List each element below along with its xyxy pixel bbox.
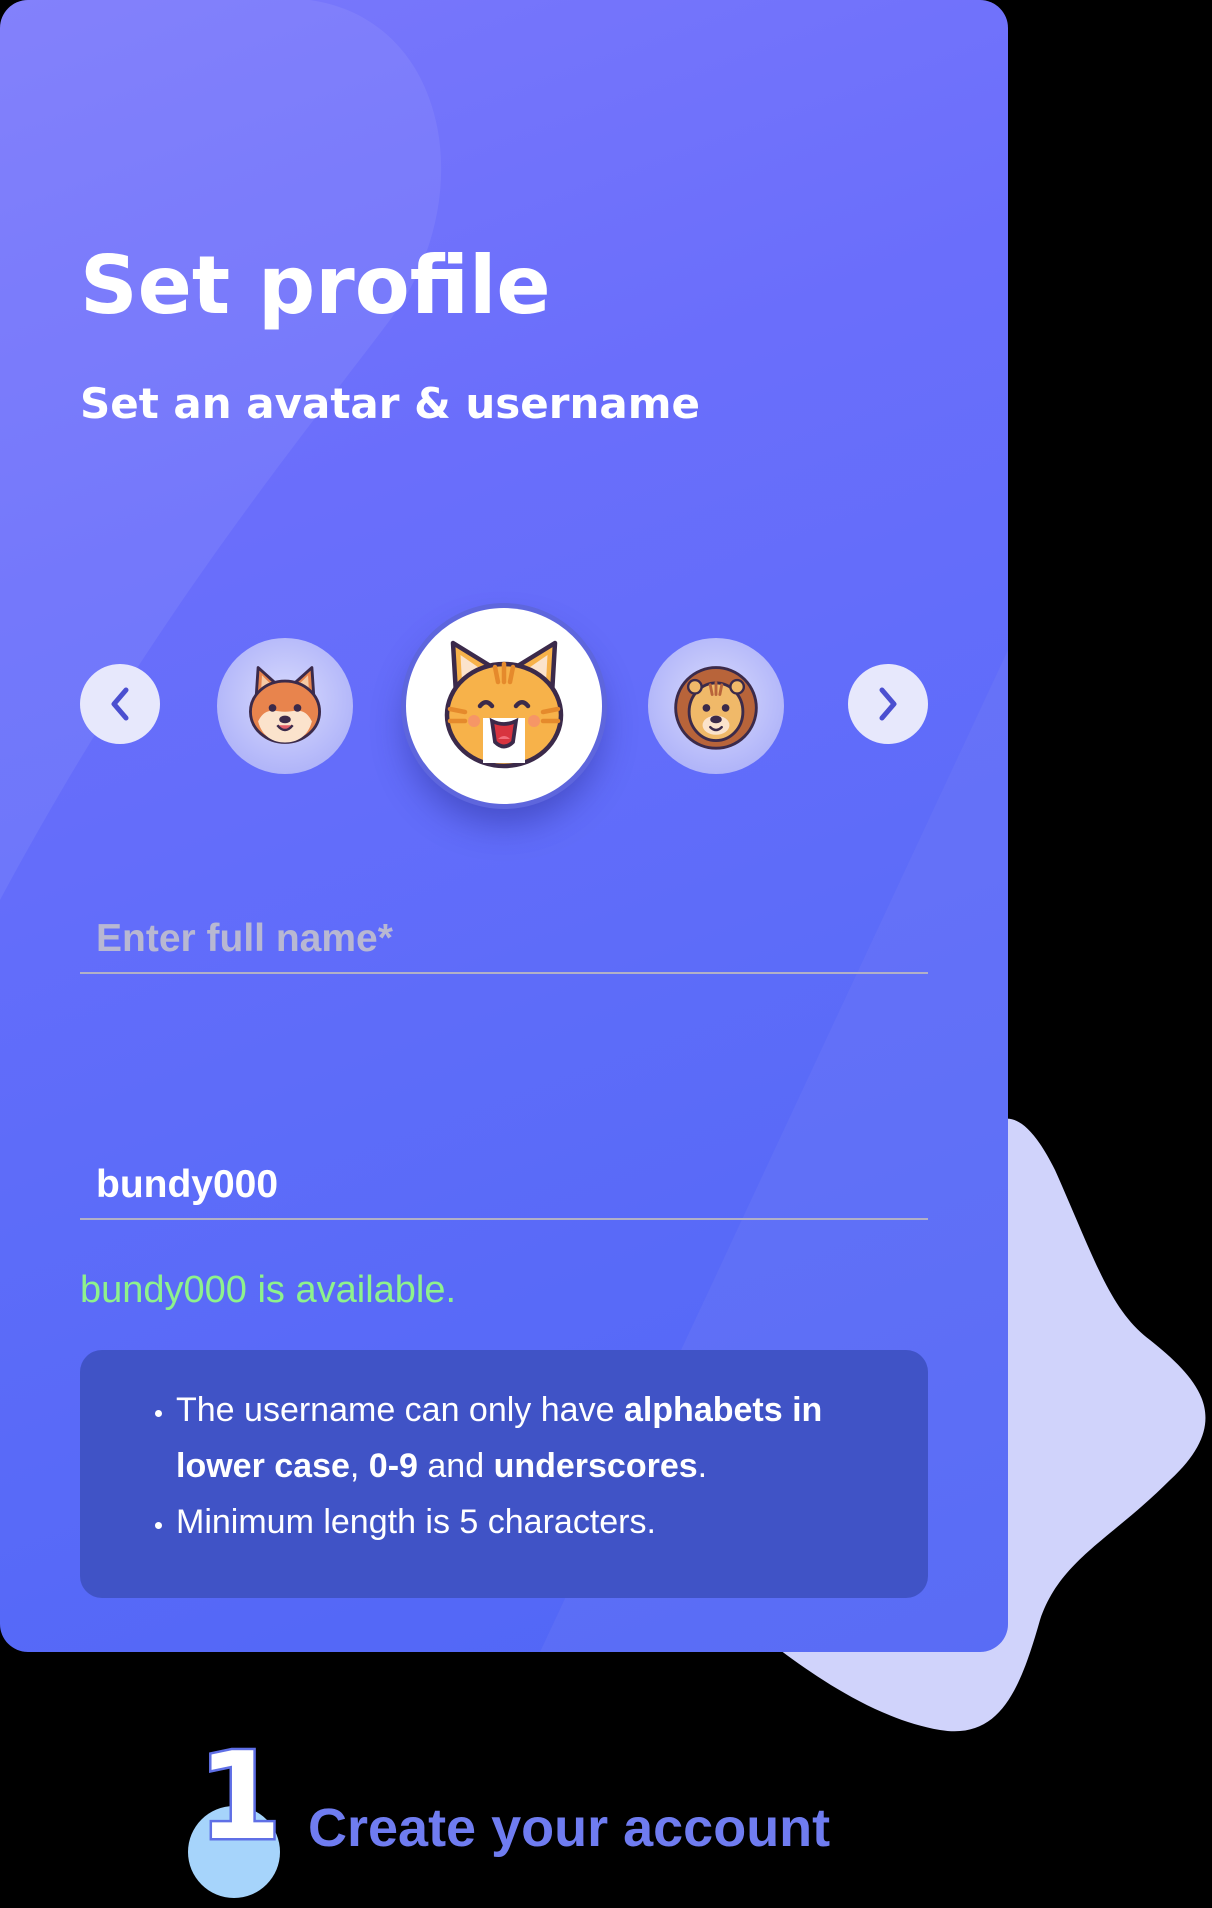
profile-card: Set profile Set an avatar & username Ent…	[0, 0, 1008, 1652]
avatar-option-shiba[interactable]	[217, 638, 353, 774]
avatar-option-cat-selected[interactable]	[406, 608, 602, 804]
username-rules-box: The username can only have alphabets in …	[80, 1350, 928, 1598]
rule-allowed-characters: The username can only have alphabets in …	[176, 1382, 898, 1494]
username-availability-status: bundy000 is available.	[80, 1269, 457, 1311]
page-title: Set profile	[80, 239, 551, 332]
username-field	[80, 1152, 928, 1220]
step-label: Create your account	[308, 1798, 831, 1858]
full-name-field	[80, 906, 928, 974]
lion-icon	[674, 666, 758, 750]
step-number: 1	[196, 1728, 284, 1867]
shiba-dog-icon	[249, 666, 321, 744]
rule-minimum-length: Minimum length is 5 characters.	[176, 1494, 898, 1550]
chevron-left-icon	[111, 687, 129, 721]
username-input[interactable]	[80, 1152, 928, 1218]
next-avatar-button[interactable]	[848, 664, 928, 744]
cat-icon	[444, 640, 564, 769]
page-subtitle: Set an avatar & username	[80, 379, 700, 428]
chevron-right-icon	[879, 687, 897, 721]
previous-avatar-button[interactable]	[80, 664, 160, 744]
avatar-option-lion[interactable]	[648, 638, 784, 774]
full-name-input[interactable]	[80, 906, 928, 972]
username-rules-list: The username can only have alphabets in …	[140, 1382, 898, 1550]
